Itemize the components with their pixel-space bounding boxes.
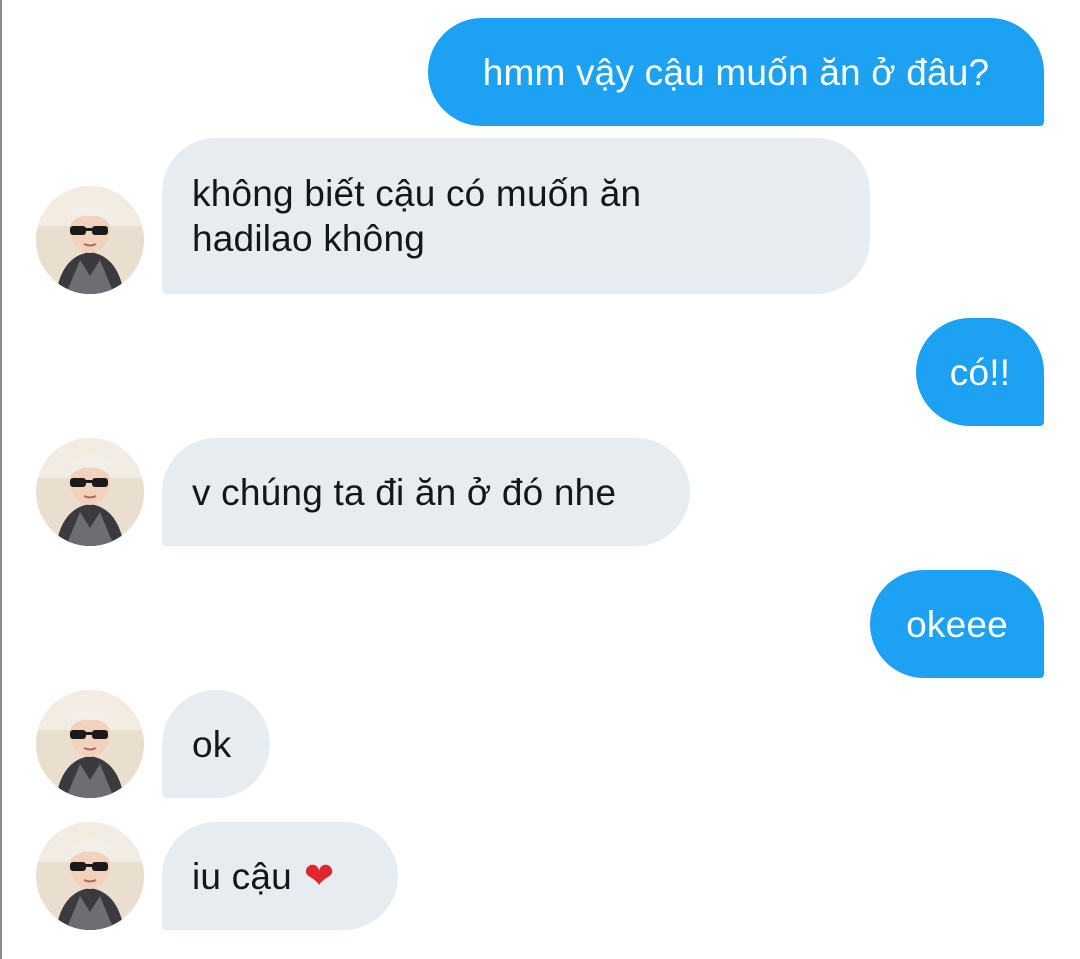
heart-emoji-icon: ❤ [303,855,335,897]
avatar-photo-icon [36,690,144,798]
message-text: hmm vậy cậu muốn ăn ở đâu? [482,51,990,93]
message-bubble-incoming[interactable]: ok [162,690,270,798]
avatar-photo-icon [36,822,144,930]
avatar[interactable] [36,690,144,798]
message-text-line: hadilao không [192,218,426,259]
message-bubble-outgoing[interactable]: okeee [870,570,1044,678]
message-text-line: không biết cậu có muốn ăn [192,173,642,214]
message-bubble-incoming[interactable]: v chúng ta đi ăn ở đó nhe [162,438,690,546]
message-bubble-incoming[interactable]: iu cậu ❤ [162,822,398,930]
avatar-photo-icon [36,438,144,546]
avatar[interactable] [36,822,144,930]
message-bubble-outgoing[interactable]: hmm vậy cậu muốn ăn ở đâu? [428,18,1044,126]
message-text: có!! [949,351,1011,393]
message-text: okeee [906,603,1008,645]
avatar-photo-icon [36,186,144,294]
message-bubble-outgoing[interactable]: có!! [916,318,1044,426]
avatar[interactable] [36,186,144,294]
message-bubble-incoming[interactable]: không biết cậu có muốn ăn hadilao không [162,138,870,294]
message-text: iu cậu [192,855,292,897]
avatar[interactable] [36,438,144,546]
message-text: v chúng ta đi ăn ở đó nhe [192,471,617,513]
message-text: ok [192,723,232,765]
window-edge [0,0,2,959]
